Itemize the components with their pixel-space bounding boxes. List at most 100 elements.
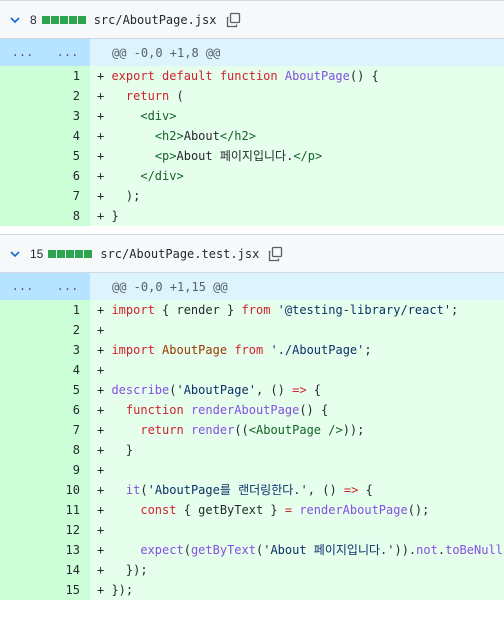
chevron-down-icon[interactable] [8,13,22,27]
code-token: = [284,503,293,517]
new-line-number[interactable]: 8 [45,440,90,460]
new-line-number[interactable]: 3 [45,340,90,360]
new-line-number[interactable]: 6 [45,400,90,420]
old-line-number[interactable] [0,380,45,400]
added-line: 12 + [0,520,504,540]
file-name[interactable]: src/AboutPage.jsx [94,13,217,27]
old-line-number[interactable] [0,320,45,340]
code-token: from [234,343,264,357]
code-token: ( [169,89,184,103]
old-line-number[interactable] [0,540,45,560]
diff-plus-marker: + [97,423,112,437]
old-line-number[interactable] [0,66,45,86]
new-line-number[interactable]: 5 [45,146,90,166]
new-line-number[interactable]: 2 [45,320,90,340]
new-line-number[interactable]: 12 [45,520,90,540]
diffstat-block [66,249,75,258]
line-code: + </div> [90,166,504,186]
old-line-number[interactable] [0,86,45,106]
file-name[interactable]: src/AboutPage.test.jsx [100,247,259,261]
new-line-number[interactable]: 6 [45,166,90,186]
line-code: + <div> [90,106,504,126]
old-line-number[interactable] [0,480,45,500]
old-line-number[interactable] [0,460,45,480]
new-line-number[interactable]: 5 [45,380,90,400]
diff-plus-marker: + [97,169,112,183]
new-line-number[interactable]: 2 [45,86,90,106]
line-code: + return render((<AboutPage />)); [90,420,504,440]
diffstat-block [77,15,86,24]
diff-plus-marker: + [97,463,112,477]
old-line-number[interactable] [0,146,45,166]
code-token: </div> [140,169,184,183]
new-line-number[interactable]: 7 [45,186,90,206]
code-token: ( [183,543,191,557]
new-line-number[interactable]: 14 [45,560,90,580]
expand-down-button[interactable]: ... [45,273,90,300]
code-token: import [111,303,155,317]
new-line-number[interactable]: 11 [45,500,90,520]
old-line-number[interactable] [0,440,45,460]
old-line-number[interactable] [0,560,45,580]
new-line-number[interactable]: 1 [45,66,90,86]
code-token: ); [111,189,141,203]
diff-plus-marker: + [97,323,112,337]
file-header: 15 src/AboutPage.test.jsx [0,235,504,273]
diff-file: 8 src/AboutPage.jsx...... @@ -0,0 +1,8 @@ 1… [0,0,504,226]
old-line-number[interactable] [0,166,45,186]
diff-plus-marker: + [97,543,112,557]
diff-plus-marker: + [97,443,112,457]
code-token: function [125,403,184,417]
old-line-number[interactable] [0,106,45,126]
code-token: , () [255,383,293,397]
diffstat-blocks [41,15,86,24]
old-line-number[interactable] [0,206,45,226]
code-token: export default function [111,69,285,83]
new-line-number[interactable]: 10 [45,480,90,500]
code-token: => [343,483,359,497]
new-line-number[interactable]: 9 [45,460,90,480]
chevron-down-icon[interactable] [8,247,22,261]
old-line-number[interactable] [0,500,45,520]
new-line-number[interactable]: 3 [45,106,90,126]
code-token: => [292,383,307,397]
new-line-number[interactable]: 15 [45,580,90,600]
expand-up-button[interactable]: ... [0,273,45,300]
old-line-number[interactable] [0,340,45,360]
code-token: toBeNull [445,543,503,557]
expand-up-button[interactable]: ... [0,39,45,66]
added-line: 3 + import AboutPage from './AboutPage'; [0,340,504,360]
old-line-number[interactable] [0,360,45,380]
code-token: import [111,343,155,357]
line-code: + [90,320,504,340]
code-token: () { [299,403,329,417]
added-line: 11 + const { getByText } = renderAboutPag… [0,500,504,520]
new-line-number[interactable]: 4 [45,360,90,380]
expand-down-button[interactable]: ... [45,39,90,66]
old-line-number[interactable] [0,126,45,146]
code-token: from [241,303,271,317]
copy-icon[interactable] [267,246,283,262]
code-token: . [437,543,446,557]
line-code: + [90,520,504,540]
diff-plus-marker: + [97,189,112,203]
old-line-number[interactable] [0,400,45,420]
diffstat-block [57,249,66,258]
old-line-number[interactable] [0,580,45,600]
added-line: 4 + [0,360,504,380]
new-line-number[interactable]: 1 [45,300,90,320]
new-line-number[interactable]: 13 [45,540,90,560]
old-line-number[interactable] [0,420,45,440]
old-line-number[interactable] [0,520,45,540]
code-token: </h2> [219,129,256,143]
old-line-number[interactable] [0,186,45,206]
diffstat-block [75,249,84,258]
new-line-number[interactable]: 4 [45,126,90,146]
new-line-number[interactable]: 7 [45,420,90,440]
code-token: 'About 페이지입니다.' [263,543,395,557]
copy-icon[interactable] [225,12,241,28]
new-line-number[interactable]: 8 [45,206,90,226]
old-line-number[interactable] [0,300,45,320]
